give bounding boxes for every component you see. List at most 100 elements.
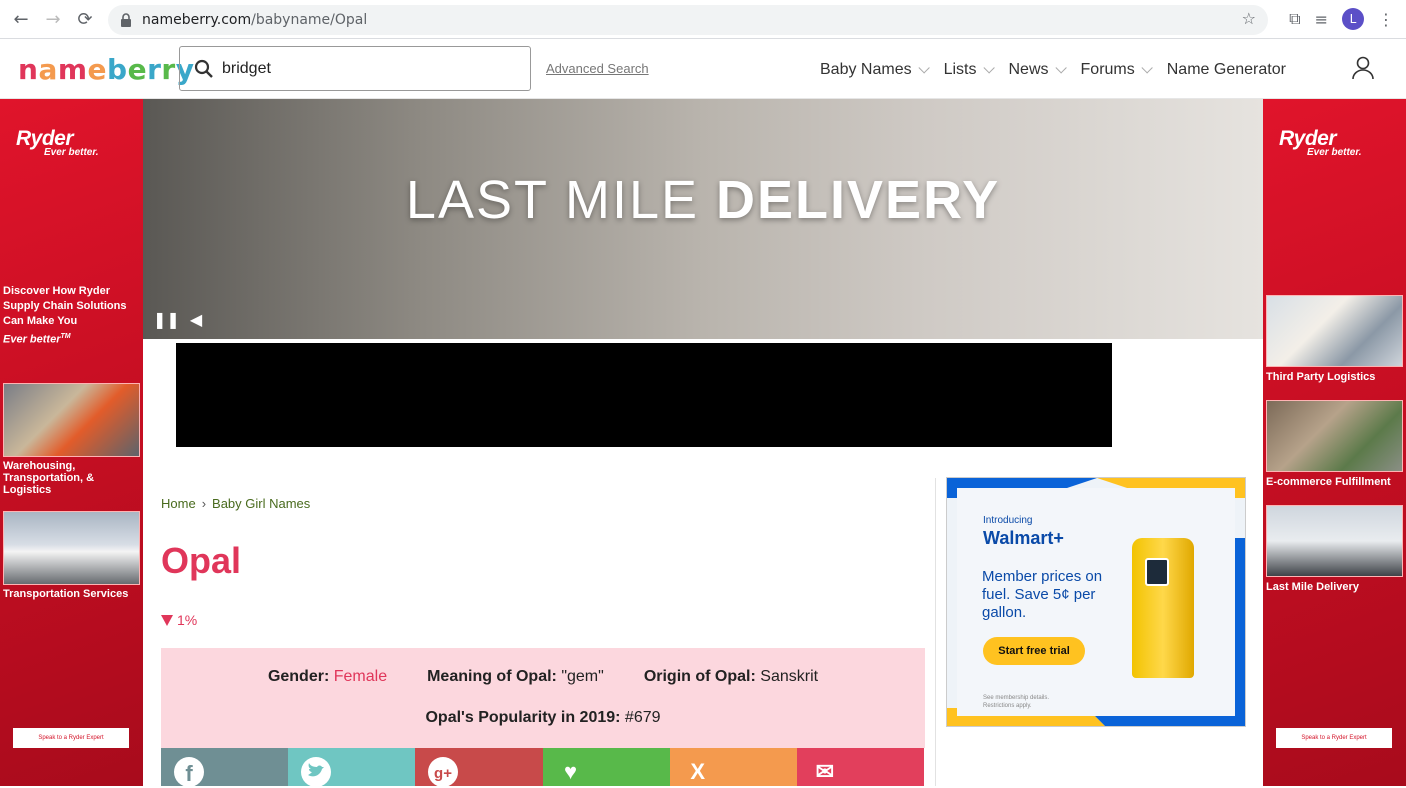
ecommerce-photo[interactable]: [1266, 400, 1403, 472]
ad-caption: Third Party Logistics: [1266, 371, 1376, 383]
page-title: Opal: [161, 540, 242, 581]
video-title: LAST MILE DELIVERY: [143, 169, 1263, 231]
twitter-icon: [300, 756, 332, 788]
nav-news[interactable]: News: [1008, 61, 1067, 79]
blank-ad-slot: [176, 343, 1112, 447]
search-icon: [194, 59, 214, 79]
speak-to-expert-button[interactable]: Speak to a Ryder Expert: [13, 728, 129, 748]
logo-letter: r: [161, 53, 176, 86]
meaning-value: "gem": [561, 668, 604, 685]
share-x-button[interactable]: X: [669, 748, 797, 786]
facebook-glyph: f: [185, 761, 193, 786]
trend-down-icon: [161, 614, 173, 626]
nav-lists[interactable]: Lists: [944, 61, 995, 79]
share-twitter-button[interactable]: [288, 748, 416, 788]
search-box: [179, 46, 531, 91]
ryder-logo: Ryder Ever better.: [1279, 127, 1361, 158]
url-domain: nameberry.com: [142, 12, 252, 28]
logo-letter: m: [57, 53, 88, 86]
warehouse-photo[interactable]: [3, 383, 140, 457]
like-button[interactable]: ♥: [542, 748, 670, 786]
chevron-down-icon: [1141, 62, 1153, 74]
meaning-field: Meaning of Opal: "gem": [427, 668, 604, 686]
chevron-down-icon: [1054, 62, 1067, 74]
address-bar[interactable]: nameberry.com/babyname/Opal ☆: [108, 5, 1268, 35]
share-email-button[interactable]: ✉: [796, 748, 925, 786]
ad-copy: Discover How Ryder Supply Chain Solution…: [3, 284, 133, 348]
forward-button[interactable]: →: [41, 7, 65, 31]
logo-letter: b: [107, 53, 128, 86]
url-text: nameberry.com/babyname/Opal: [142, 12, 367, 28]
logistics-photo[interactable]: [1266, 295, 1403, 367]
popularity-label: Opal's Popularity in 2019:: [425, 709, 621, 726]
ad-caption: Transportation Services: [3, 588, 129, 600]
gender-field: Gender: Female: [268, 668, 387, 686]
origin-label: Origin of Opal:: [643, 668, 756, 685]
breadcrumb-separator: ›: [201, 496, 207, 511]
nav-forums[interactable]: Forums: [1080, 61, 1153, 79]
advanced-search-link[interactable]: Advanced Search: [546, 61, 649, 76]
logo-letter: a: [38, 53, 58, 86]
speak-to-expert-button[interactable]: Speak to a Ryder Expert: [1276, 728, 1392, 748]
ad-caption: E-commerce Fulfillment: [1266, 476, 1391, 488]
origin-value: Sanskrit: [760, 668, 819, 685]
reload-button[interactable]: ⟳: [73, 7, 97, 31]
walmart-ad[interactable]: Introducing Walmart+ Member prices on fu…: [946, 477, 1246, 727]
right-side-ad[interactable]: Ryder Ever better. Third Party Logistics …: [1263, 99, 1406, 786]
start-free-trial-button[interactable]: Start free trial: [983, 637, 1085, 665]
ad-copy-line: Can Make You: [3, 315, 78, 327]
user-account-icon[interactable]: [1352, 56, 1374, 80]
breadcrumb-home-link[interactable]: Home: [161, 496, 196, 511]
breadcrumb: Home › Baby Girl Names: [161, 496, 310, 511]
ad-copy-line: Discover How Ryder: [3, 285, 110, 297]
share-facebook-button[interactable]: f: [161, 748, 289, 788]
nav-label: Baby Names: [820, 61, 912, 78]
nameberry-logo[interactable]: nameberry: [18, 53, 194, 86]
fine-print-line: See membership details.: [983, 695, 1050, 701]
logo-letter: r: [147, 53, 162, 86]
walmart-brand: Walmart+: [983, 528, 1064, 548]
profile-avatar[interactable]: L: [1342, 8, 1364, 30]
heart-icon: ♥: [563, 759, 578, 784]
breadcrumb-category-link[interactable]: Baby Girl Names: [212, 496, 310, 511]
video-title-light: LAST MILE: [405, 170, 717, 230]
truck-photo[interactable]: [3, 511, 140, 585]
pause-icon[interactable]: ❚❚: [153, 310, 180, 329]
origin-field: Origin of Opal: Sanskrit: [644, 668, 818, 686]
popularity-value: #679: [624, 709, 661, 726]
nav-label: Name Generator: [1166, 61, 1286, 78]
nav-label: Forums: [1080, 61, 1135, 78]
share-google-plus-button[interactable]: g+: [415, 748, 543, 787]
video-ad-banner[interactable]: LAST MILE DELIVERY ❚❚ ◀: [143, 99, 1263, 339]
extensions-icon[interactable]: ⧉: [1289, 9, 1300, 29]
delivery-photo[interactable]: [1266, 505, 1403, 577]
logo-letter: e: [127, 53, 148, 86]
nav-name-generator[interactable]: Name Generator: [1167, 61, 1286, 79]
mute-icon[interactable]: ◀: [190, 310, 202, 329]
column-divider: [935, 478, 936, 786]
google-plus-glyph: g+: [434, 765, 452, 782]
fine-print-line: Restrictions apply.: [983, 703, 1032, 709]
facebook-icon: f: [173, 756, 205, 788]
browser-menu-icon[interactable]: ⋮: [1378, 10, 1394, 29]
envelope-icon: ✉: [815, 759, 835, 784]
nav-baby-names[interactable]: Baby Names: [820, 61, 930, 79]
browser-toolbar: ← → ⟳ nameberry.com/babyname/Opal ☆ ⧉ ≡ …: [0, 0, 1406, 39]
site-header: nameberry Advanced Search Baby Names Lis…: [0, 39, 1406, 99]
back-button[interactable]: ←: [9, 7, 33, 31]
nav-label: News: [1008, 61, 1049, 78]
gender-value[interactable]: Female: [334, 668, 387, 685]
walmart-copy: Member prices on fuel. Save 5¢ per gallo…: [982, 568, 1103, 621]
ad-copy-line: Supply Chain Solutions: [3, 300, 127, 312]
search-input[interactable]: [222, 59, 502, 78]
left-side-ad[interactable]: Ryder Ever better. Discover How Ryder Sup…: [0, 99, 143, 786]
ryder-logo: Ryder Ever better.: [16, 127, 98, 158]
reading-list-icon[interactable]: ≡: [1315, 10, 1328, 29]
ryder-tagline: Ever better.: [44, 147, 99, 158]
x-icon: X: [690, 759, 706, 784]
ad-copy-italic: Ever better: [3, 333, 61, 346]
url-path: /babyname/Opal: [251, 12, 368, 28]
walmart-fine-print: See membership details. Restrictions appl…: [983, 694, 1049, 710]
lock-icon: [120, 13, 132, 27]
bookmark-star-icon[interactable]: ☆: [1242, 9, 1256, 28]
